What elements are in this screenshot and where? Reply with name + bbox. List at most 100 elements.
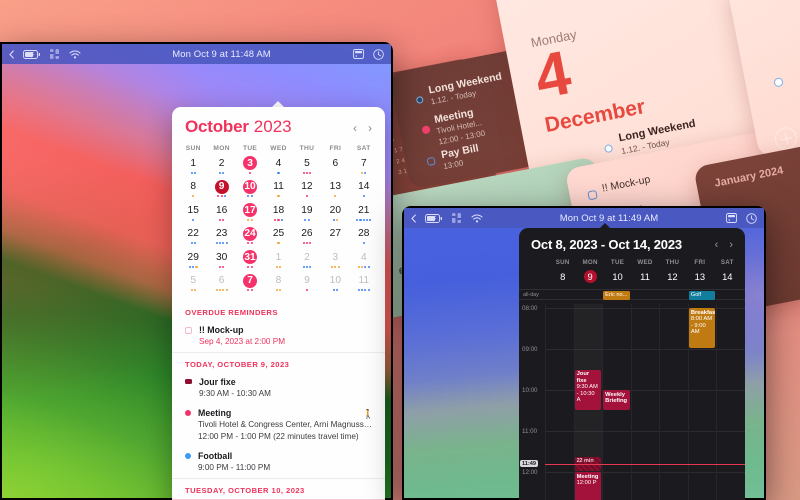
calendar-day-cell[interactable]: 10	[236, 178, 264, 202]
week-day-cell[interactable]: 10	[604, 267, 631, 285]
chevron-left-icon[interactable]	[411, 213, 416, 223]
calendar-day-cell[interactable]: 12	[293, 178, 321, 202]
calendar-day-cell[interactable]: 15	[179, 201, 207, 225]
calendar-day-cell[interactable]: 4	[264, 154, 292, 178]
week-prev-button[interactable]: ‹	[715, 239, 719, 251]
calendar-day-cell[interactable]: 2	[207, 154, 235, 178]
checkbox-blue-icon[interactable]	[587, 189, 598, 201]
calendar-day-cell[interactable]: 7	[236, 272, 264, 296]
calendar-day-cell[interactable]: 1	[264, 248, 292, 272]
calendar-day-cell[interactable]: 7	[350, 154, 378, 178]
calendar-day-grid[interactable]: 1 2 3 4 5 6 7 8 9 10 11 12 13 14 15 16 17 18 19 20 21 22 23 24 2…	[172, 153, 385, 301]
event-marker-square	[185, 379, 192, 384]
calendar-day-cell[interactable]: 9	[293, 272, 321, 296]
day-gridline	[716, 304, 718, 500]
week-day-cell[interactable]: 8	[549, 267, 576, 285]
week-view-popover: Oct 8, 2023 - Oct 14, 2023 ‹ › SUN MON TUE…	[519, 228, 745, 500]
calendar-day-cell[interactable]: 3	[236, 154, 264, 178]
all-day-event-chip[interactable]: Golf	[688, 291, 716, 300]
week-day-cell[interactable]: 9	[576, 267, 603, 285]
calendar-day-cell[interactable]: 9	[207, 178, 235, 202]
calendar-day-cell[interactable]: 25	[264, 225, 292, 249]
checkbox-blue-icon	[426, 156, 436, 167]
calendar-day-cell[interactable]: 17	[236, 201, 264, 225]
calendar-day-cell[interactable]: 27	[321, 225, 349, 249]
calendar-day-cell[interactable]: 29	[179, 248, 207, 272]
calendar-day-cell[interactable]: 21	[350, 201, 378, 225]
calendar-day-cell[interactable]: 3	[321, 248, 349, 272]
reminder-label: !! Mock-up	[600, 173, 652, 195]
display-icon[interactable]	[353, 49, 364, 59]
week-event-block[interactable]: Jour fixe 9:30 AM - 10:30 A	[574, 369, 602, 410]
week-next-button[interactable]: ›	[729, 239, 733, 251]
battery-charging-icon[interactable]	[23, 49, 41, 59]
calendar-prev-month-button[interactable]: ‹	[353, 121, 357, 135]
week-event-block[interactable]: Weekly Briefing	[603, 390, 630, 410]
menubar-clock-label[interactable]: Mon Oct 9 at 11:48 AM	[172, 49, 271, 60]
all-day-event-chip[interactable]: Eric no...	[603, 291, 630, 300]
week-event-block[interactable]: Meeting 12:00 P	[574, 472, 602, 500]
calendar-day-cell[interactable]: 13	[321, 178, 349, 202]
calendar-day-cell[interactable]: 5	[179, 272, 207, 296]
day-number: 30	[215, 251, 228, 263]
calendar-day-cell[interactable]: 22	[179, 225, 207, 249]
weekday-label-4: THU	[299, 145, 315, 152]
week-day-cell[interactable]: 11	[631, 267, 658, 285]
week-day-number: 10	[612, 271, 623, 282]
battery-charging-icon[interactable]	[425, 213, 443, 223]
calendar-day-cell[interactable]: 8	[179, 178, 207, 202]
clock-icon[interactable]	[746, 212, 757, 224]
agenda-event-row[interactable]: Meeting Tivoli Hotel & Congress Center, A…	[172, 404, 385, 447]
calendar-day-cell[interactable]: 28	[350, 225, 378, 249]
control-center-icon[interactable]	[452, 213, 462, 223]
calendar-day-cell[interactable]: 31	[236, 248, 264, 272]
menubar-clock-label[interactable]: Mon Oct 9 at 11:49 AM	[560, 213, 659, 224]
calendar-next-month-button[interactable]: ›	[368, 121, 372, 135]
day-event-dots	[218, 218, 225, 222]
calendar-day-cell[interactable]: 2	[293, 248, 321, 272]
display-icon[interactable]	[726, 213, 737, 223]
calendar-day-cell[interactable]: 5	[293, 154, 321, 178]
calendar-day-cell[interactable]: 10	[321, 272, 349, 296]
calendar-day-cell[interactable]: 11	[264, 178, 292, 202]
calendar-day-cell[interactable]: 26	[293, 225, 321, 249]
calendar-day-cell[interactable]: 6	[207, 272, 235, 296]
agenda-event-row[interactable]: !! Mock-up Sep 4, 2023 at 2:00 PM	[172, 321, 385, 352]
calendar-day-cell[interactable]: 14	[350, 178, 378, 202]
calendar-day-cell[interactable]: 6	[321, 154, 349, 178]
wifi-icon[interactable]	[69, 49, 81, 59]
calendar-day-cell[interactable]: 30	[207, 248, 235, 272]
agenda-event-row[interactable]: Jour fixe 9:30 AM - 10:30 AM	[172, 373, 385, 404]
calendar-day-cell[interactable]: 19	[293, 201, 321, 225]
day-event-dots	[247, 218, 253, 222]
calendar-day-cell[interactable]: 1	[179, 154, 207, 178]
week-day-cell[interactable]: 13	[686, 267, 713, 285]
calendar-day-cell[interactable]: 11	[350, 272, 378, 296]
day-event-dots	[275, 265, 282, 269]
week-day-cell[interactable]: 14	[714, 267, 741, 285]
week-daynumber-row[interactable]: 8 9 10 11 12 13 14	[519, 266, 745, 289]
event-body: Jour fixe 9:30 AM - 10:30 AM	[199, 376, 372, 400]
calendar-day-cell[interactable]: 8	[264, 272, 292, 296]
day-number: 23	[215, 228, 228, 239]
wifi-icon[interactable]	[471, 213, 483, 223]
agenda-event-row[interactable]: Football 9:00 PM - 11:00 PM	[172, 447, 385, 478]
week-timeline-grid[interactable]: 08:00 09:00 10:00 11:00 12:00 Breakfast 8:00 A…	[519, 304, 745, 500]
day-number: 13	[329, 181, 342, 192]
calendar-day-cell[interactable]: 18	[264, 201, 292, 225]
clock-icon[interactable]	[373, 48, 384, 60]
agenda-section-header: TUESDAY, OCTOBER 10, 2023	[172, 478, 385, 499]
week-day-cell[interactable]: 12	[659, 267, 686, 285]
day-event-dots	[277, 171, 280, 175]
all-day-row[interactable]: all-day Eric no... Golf	[519, 289, 745, 300]
calendar-day-cell[interactable]: 23	[207, 225, 235, 249]
week-weekday-header: SUN MON TUE WED THU FRI SAT	[519, 258, 745, 266]
chevron-left-icon[interactable]	[9, 49, 14, 59]
control-center-icon[interactable]	[50, 49, 60, 59]
week-event-block[interactable]: Breakfast 8:00 AM - 9:00 AM	[688, 308, 716, 348]
calendar-day-cell[interactable]: 24	[236, 225, 264, 249]
calendar-day-cell[interactable]: 20	[321, 201, 349, 225]
calendar-day-cell[interactable]: 16	[207, 201, 235, 225]
calendar-day-cell[interactable]: 4	[350, 248, 378, 272]
agenda-section-header: OVERDUE REMINDERS	[185, 308, 278, 317]
